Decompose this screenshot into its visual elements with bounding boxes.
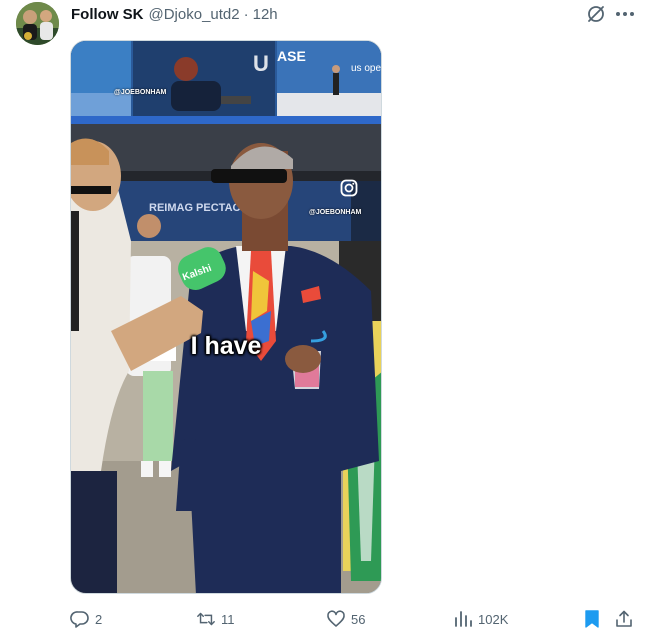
banner-text: REIMAG PECTAC	[149, 202, 241, 214]
author-name[interactable]: Follow SK	[71, 6, 144, 23]
instagram-icon	[340, 179, 358, 197]
views-button[interactable]: 102K	[453, 607, 508, 630]
separator-dot: ·	[243, 5, 249, 23]
share-icon	[614, 609, 634, 629]
like-button[interactable]: 56	[326, 607, 365, 630]
video-media[interactable]: U ASE us ope REIMAG PECTAC Kalshi @JOEBO…	[70, 40, 382, 594]
video-frame: U ASE us ope REIMAG PECTAC Kalshi	[71, 41, 381, 593]
watermark-mid: @JOEBONHAM	[309, 209, 362, 216]
video-caption: I have	[190, 332, 262, 360]
us-open-text: us ope	[351, 63, 381, 74]
tweet: Follow SK @Djoko_utd2 · 12h U ASE us ope…	[0, 0, 652, 630]
repost-count: 11	[221, 611, 235, 627]
author-handle[interactable]: @Djoko_utd2	[149, 6, 240, 23]
like-count: 56	[351, 611, 366, 627]
action-bar: 2 11 56 102K	[0, 607, 652, 630]
avatar[interactable]	[16, 2, 59, 45]
views-count: 102K	[478, 611, 509, 627]
post-time[interactable]: 12h	[253, 6, 278, 23]
grok-button[interactable]	[584, 2, 608, 26]
like-icon	[326, 609, 346, 629]
reply-count: 2	[95, 611, 103, 627]
repost-icon	[196, 609, 216, 629]
more-icon	[616, 12, 634, 16]
views-icon	[453, 609, 473, 629]
reply-button[interactable]: 2	[70, 607, 102, 630]
bookmark-button[interactable]	[582, 607, 602, 630]
share-button[interactable]	[614, 607, 634, 630]
reply-icon	[70, 609, 90, 629]
watermark-top: @JOEBONHAM	[114, 89, 167, 96]
grok-icon	[588, 6, 604, 22]
scoreboard-text: ASE	[277, 48, 306, 64]
repost-button[interactable]: 11	[196, 607, 235, 630]
tweet-header: Follow SK @Djoko_utd2 · 12h	[71, 4, 278, 24]
more-options-button[interactable]	[612, 2, 638, 26]
bookmark-icon	[582, 609, 602, 629]
svg-text:U: U	[253, 51, 269, 76]
